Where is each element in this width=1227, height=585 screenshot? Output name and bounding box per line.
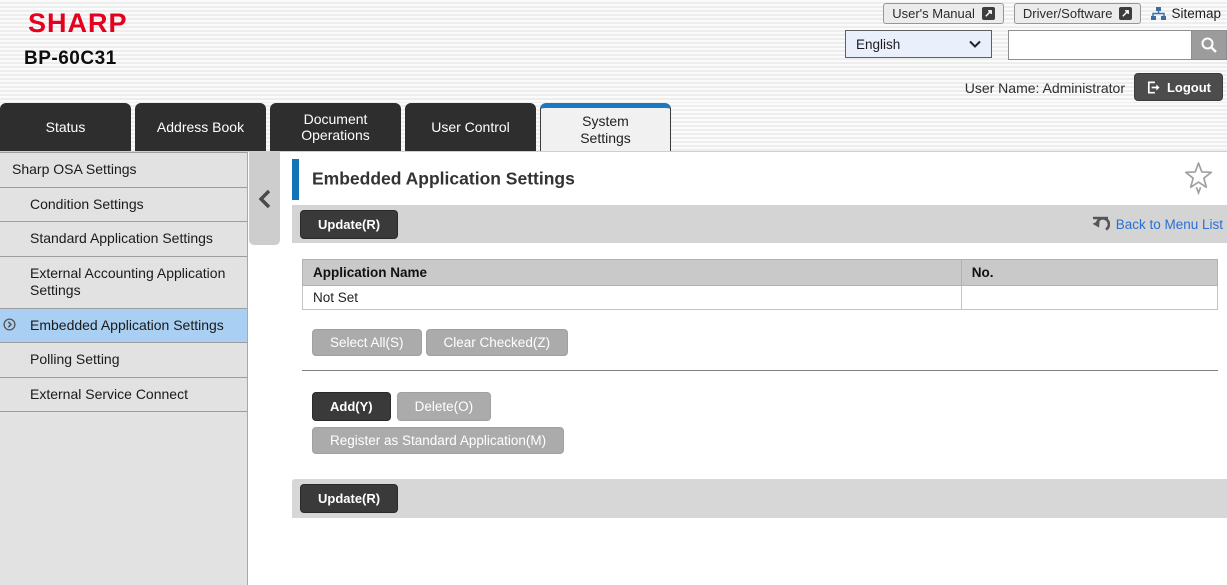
sidebar-item-label: Standard Application Settings [30, 230, 213, 246]
header-links: User's Manual Driver/Software [883, 3, 1221, 24]
search-icon [1200, 36, 1218, 54]
delete-button[interactable]: Delete(O) [397, 392, 492, 421]
sidebar-item-label: Sharp OSA Settings [12, 161, 137, 177]
sidebar-item-polling-setting[interactable]: Polling Setting [0, 343, 247, 378]
sidebar-item-external-accounting-application-settings[interactable]: External Accounting Application Settings [0, 257, 247, 309]
tab-document-operations[interactable]: Document Operations [270, 103, 401, 151]
sidebar: Sharp OSA Settings Condition Settings St… [0, 152, 248, 585]
title-accent-bar [292, 159, 299, 200]
table-header-row: Application Name No. [303, 260, 1218, 286]
chevron-left-icon [257, 188, 273, 210]
main-tabs: Status Address Book Document Operations … [0, 103, 1227, 152]
register-button-row: Register as Standard Application(M) [312, 427, 1227, 454]
sitemap-link[interactable]: Sitemap [1151, 6, 1221, 21]
sidebar-item-label: Embedded Application Settings [30, 317, 224, 333]
back-to-menu-label: Back to Menu List [1116, 217, 1223, 232]
table-row: Not Set [303, 286, 1218, 310]
title-row: Embedded Application Settings [292, 152, 1227, 205]
sidebar-item-label: Polling Setting [30, 351, 120, 367]
users-manual-button[interactable]: User's Manual [883, 3, 1004, 24]
add-delete-buttons-row: Add(Y) Delete(O) [312, 392, 1227, 421]
search-area [1008, 30, 1227, 60]
tab-label: Document Operations [289, 111, 382, 143]
column-header-no: No. [961, 260, 1217, 286]
sidebar-item-label: Condition Settings [30, 196, 144, 212]
tab-label: System Settings [560, 113, 651, 145]
tab-address-book[interactable]: Address Book [135, 103, 266, 151]
sidebar-item-label: External Service Connect [30, 386, 188, 402]
register-as-standard-application-button[interactable]: Register as Standard Application(M) [312, 427, 564, 454]
cell-no [961, 286, 1217, 310]
sharp-logo: SHARP [28, 8, 128, 39]
section-divider [302, 370, 1218, 371]
page-title: Embedded Application Settings [312, 168, 575, 189]
add-button[interactable]: Add(Y) [312, 392, 391, 421]
external-link-icon [1119, 7, 1132, 20]
sidebar-item-condition-settings[interactable]: Condition Settings [0, 188, 247, 223]
application-table: Application Name No. Not Set [302, 259, 1218, 310]
sidebar-item-standard-application-settings[interactable]: Standard Application Settings [0, 222, 247, 257]
sitemap-icon [1151, 7, 1166, 21]
clear-checked-button[interactable]: Clear Checked(Z) [426, 329, 569, 356]
selection-buttons-row: Select All(S) Clear Checked(Z) [312, 329, 1227, 356]
top-toolbar: Update(R) Back to Menu List [292, 205, 1227, 243]
tab-user-control[interactable]: User Control [405, 103, 536, 151]
sitemap-label: Sitemap [1171, 6, 1221, 21]
cell-application-name: Not Set [303, 286, 962, 310]
sidebar-item-embedded-application-settings[interactable]: Embedded Application Settings [0, 309, 247, 344]
update-button-top[interactable]: Update(R) [300, 210, 398, 239]
tab-label: Address Book [157, 119, 244, 135]
sidebar-collapse-button[interactable] [249, 152, 280, 245]
driver-software-label: Driver/Software [1023, 6, 1113, 21]
back-to-menu-link[interactable]: Back to Menu List [1091, 216, 1223, 233]
logout-button[interactable]: Logout [1134, 73, 1223, 101]
tab-label: Status [46, 119, 86, 135]
page: SHARP BP-60C31 User's Manual Driver/Soft… [0, 0, 1227, 585]
bottom-toolbar: Update(R) [292, 479, 1227, 518]
header: SHARP BP-60C31 User's Manual Driver/Soft… [0, 0, 1227, 103]
selected-arrow-icon [3, 318, 16, 331]
application-table-wrap: Application Name No. Not Set [302, 259, 1218, 310]
sidebar-item-external-service-connect[interactable]: External Service Connect [0, 378, 247, 413]
update-button-bottom[interactable]: Update(R) [300, 484, 398, 513]
external-link-icon [982, 7, 995, 20]
search-button[interactable] [1191, 30, 1227, 60]
column-header-application-name: Application Name [303, 260, 962, 286]
tab-label: User Control [431, 119, 510, 135]
back-to-menu-icon [1091, 216, 1110, 233]
driver-software-button[interactable]: Driver/Software [1014, 3, 1142, 24]
sidebar-item-label: External Accounting Application Settings [30, 265, 225, 299]
search-input[interactable] [1008, 30, 1191, 60]
main-content: Embedded Application Settings Update(R) [292, 152, 1227, 585]
favorite-star-icon[interactable] [1183, 161, 1214, 195]
select-all-button[interactable]: Select All(S) [312, 329, 422, 356]
logout-icon [1146, 80, 1161, 95]
chevron-down-icon [969, 40, 981, 48]
user-name-label: User Name: Administrator [965, 80, 1125, 96]
users-manual-label: User's Manual [892, 6, 975, 21]
logout-label: Logout [1167, 80, 1211, 95]
sidebar-item-sharp-osa-settings[interactable]: Sharp OSA Settings [0, 153, 247, 188]
tab-status[interactable]: Status [0, 103, 131, 151]
language-selected-value: English [856, 37, 900, 52]
device-model: BP-60C31 [24, 48, 117, 70]
tab-system-settings[interactable]: System Settings [540, 103, 671, 151]
language-select[interactable]: English [845, 30, 992, 58]
